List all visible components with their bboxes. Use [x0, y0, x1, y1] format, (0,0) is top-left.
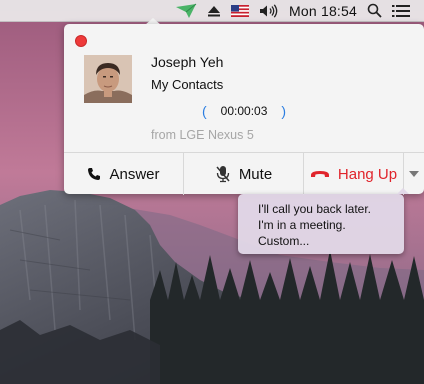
call-timer: ( 00:00:03 ) — [202, 103, 286, 119]
mic-off-icon — [216, 166, 230, 183]
timer-left-bracket-icon: ( — [202, 103, 207, 119]
hang-up-button[interactable]: Hang Up — [304, 153, 404, 195]
menu-pointer — [397, 188, 409, 194]
flag-us-icon[interactable] — [231, 0, 250, 22]
hang-up-phone-icon — [310, 171, 329, 177]
chevron-down-icon — [409, 171, 419, 177]
caller-name: Joseph Yeh — [151, 54, 224, 70]
close-button[interactable] — [75, 35, 87, 47]
menu-bar-clock[interactable]: Mon 18:54 — [289, 0, 357, 22]
call-timer-value: 00:00:03 — [220, 104, 268, 118]
call-source: from LGE Nexus 5 — [151, 128, 254, 142]
answer-label: Answer — [109, 165, 160, 183]
answer-button[interactable]: Answer — [64, 153, 184, 195]
menu-bar: Mon 18:54 — [0, 0, 424, 22]
quick-reply-call-back[interactable]: I'll call you back later. — [258, 201, 404, 217]
volume-icon[interactable] — [259, 0, 279, 22]
list-icon[interactable] — [392, 0, 410, 22]
quick-reply-custom[interactable]: Custom... — [258, 233, 404, 249]
caller-group: My Contacts — [151, 77, 224, 92]
search-icon[interactable] — [367, 0, 382, 22]
mute-label: Mute — [238, 165, 273, 183]
eject-icon[interactable] — [207, 0, 221, 22]
mute-button[interactable]: Mute — [184, 153, 304, 195]
avatar — [84, 55, 132, 103]
hang-up-label: Hang Up — [337, 165, 398, 183]
timer-right-bracket-icon: ) — [281, 103, 287, 119]
pushbullet-icon[interactable] — [175, 0, 197, 22]
incoming-call-popover: Joseph Yeh My Contacts ( 00:00:03 ) from… — [64, 24, 424, 195]
quick-reply-in-meeting[interactable]: I'm in a meeting. — [258, 217, 404, 233]
call-actions: Answer Mute Hang Up — [64, 152, 424, 195]
quick-reply-menu: I'll call you back later. I'm in a meeti… — [238, 188, 409, 254]
phone-icon — [88, 168, 101, 180]
